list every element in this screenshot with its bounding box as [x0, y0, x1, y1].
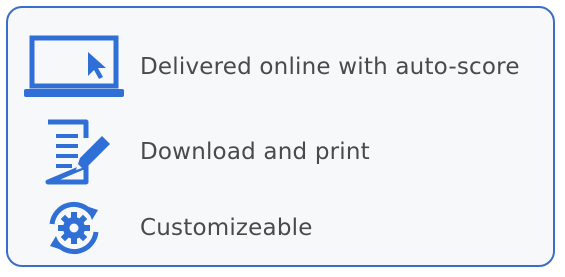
feature-label-customize: Customizeable [140, 215, 313, 241]
laptop-cursor-icon [8, 34, 140, 100]
feature-label-online: Delivered online with auto-score [140, 54, 520, 80]
feature-row-customize: Customizeable [8, 198, 313, 258]
feature-row-download: Download and print [8, 118, 370, 186]
feature-row-online: Delivered online with auto-score [8, 34, 520, 100]
document-pencil-icon [8, 118, 140, 186]
gear-refresh-icon [8, 198, 140, 258]
features-card: Delivered online with auto-score Downloa… [6, 6, 555, 267]
feature-label-download: Download and print [140, 139, 370, 165]
